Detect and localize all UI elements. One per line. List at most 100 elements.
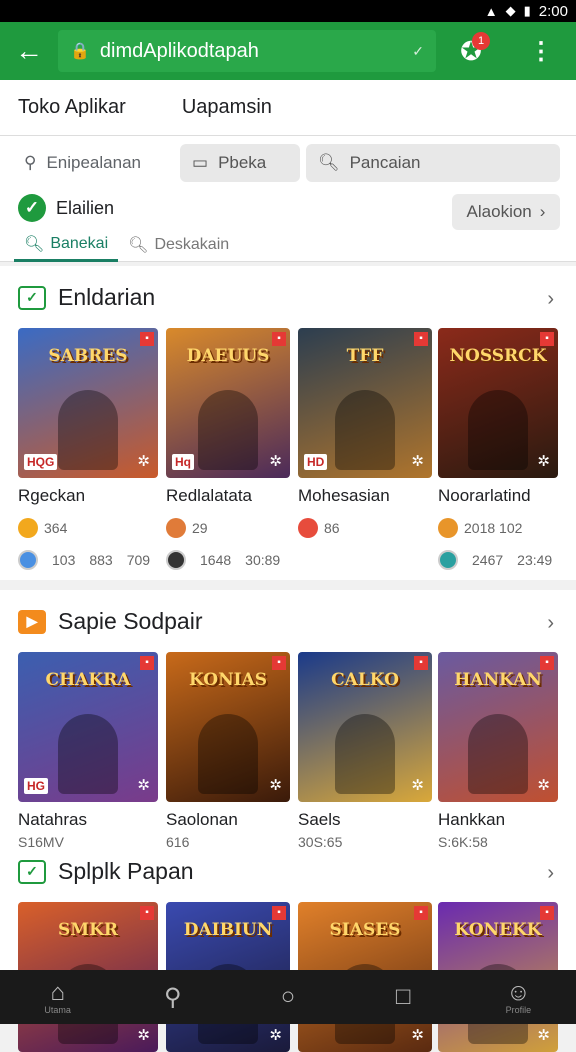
thumbnail-art-text: CALKO bbox=[331, 670, 399, 690]
gear-icon: ✲ bbox=[537, 453, 550, 470]
category-label: Pbeka bbox=[218, 153, 267, 172]
thumbnail-art-text: SMKR bbox=[58, 920, 118, 940]
game-thumbnail[interactable]: SABRES ✲ ▪ HQG bbox=[18, 328, 158, 478]
badge-icon: ▪ bbox=[140, 332, 154, 346]
character-figure bbox=[468, 390, 528, 470]
gear-icon: ✲ bbox=[411, 1027, 424, 1044]
stat-value: 1648 bbox=[200, 552, 232, 568]
game-card[interactable]: DAEUUS ✲ ▪ Hq Redlalatata 29 1648 30:89 bbox=[166, 328, 290, 570]
tab-label: Deskakain bbox=[154, 236, 230, 253]
game-stats-row: 2467 23:49 bbox=[438, 550, 558, 570]
location-filter[interactable]: ⚲ Enipealanan bbox=[24, 153, 174, 173]
home-icon[interactable]: ⌂ Utama bbox=[23, 979, 93, 1015]
game-thumbnail[interactable]: CALKO ✲ ▪ bbox=[298, 652, 432, 802]
game-title: Mohesasian bbox=[298, 486, 390, 505]
topnav-tab-store[interactable]: Toko Aplikar bbox=[18, 96, 126, 119]
section-header[interactable]: ▶ Sapie Sodpair bbox=[18, 608, 203, 635]
meta-value: 2018 102 bbox=[464, 520, 523, 536]
search-icon: 🔍︎ bbox=[318, 153, 340, 172]
game-meta-row: 2018 102 bbox=[438, 518, 558, 538]
badge-icon: ▪ bbox=[272, 332, 286, 346]
section-featured: ✓ Enldarian › SABRES ✲ ▪ HQG Rgeckan 364 103 88… bbox=[0, 266, 576, 580]
game-card[interactable]: CALKO ✲ ▪ Saels 30S:65 bbox=[298, 652, 432, 850]
game-card[interactable]: HANKAN ✲ ▪ Hankkan S:6K:58 bbox=[438, 652, 558, 850]
check-label: Elailien bbox=[56, 197, 115, 218]
tab-first[interactable]: 🔍︎ Banekai bbox=[14, 228, 119, 262]
game-thumbnail[interactable]: CHAKRA ✲ ▪ HG bbox=[18, 652, 158, 802]
game-stats-row: 103 883 709 bbox=[18, 550, 158, 570]
game-title: Noorarlatind bbox=[438, 486, 531, 505]
badge-icon: ▪ bbox=[540, 656, 554, 670]
more-menu-icon[interactable]: ⋮ bbox=[506, 37, 576, 66]
game-meta-row: 364 bbox=[18, 518, 158, 538]
check-filter[interactable]: ✓ Elailien bbox=[18, 194, 114, 222]
game-subtitle: S16MV bbox=[18, 834, 64, 850]
chevron-right-icon: › bbox=[539, 202, 546, 221]
game-stats-row: 1648 30:89 bbox=[166, 550, 290, 570]
game-thumbnail[interactable]: KONIAS ✲ ▪ bbox=[166, 652, 290, 802]
section-header[interactable]: ✓ Splplk Papan bbox=[18, 858, 194, 885]
gear-icon: ✲ bbox=[269, 453, 282, 470]
game-subtitle: 30S:65 bbox=[298, 834, 343, 850]
section-header[interactable]: ✓ Enldarian bbox=[18, 284, 155, 311]
coin-icon bbox=[298, 518, 318, 538]
meta-value: 364 bbox=[44, 520, 68, 536]
url-bar[interactable]: 🔒 dimdAplikodtapah ✓ bbox=[58, 30, 436, 72]
wifi-icon: ◆ bbox=[505, 3, 516, 18]
gear-icon: ✲ bbox=[269, 1027, 282, 1044]
tab-label: Banekai bbox=[50, 234, 109, 252]
badge-icon: ▪ bbox=[414, 656, 428, 670]
avatar bbox=[166, 550, 186, 570]
game-card[interactable]: NOSSRCK ✲ ▪ Noorarlatind 2018 102 2467 23:49 bbox=[438, 328, 558, 570]
circle-icon[interactable]: ○ bbox=[253, 983, 323, 1011]
badge-icon: ▪ bbox=[414, 906, 428, 920]
game-thumbnail[interactable]: TFF ✲ ▪ HD bbox=[298, 328, 432, 478]
game-thumbnail[interactable]: NOSSRCK ✲ ▪ bbox=[438, 328, 558, 478]
profile-icon[interactable]: ☺ Profile bbox=[483, 979, 553, 1015]
section-title: Sapie Sodpair bbox=[58, 608, 203, 634]
extensions-icon[interactable]: ✪ 1 bbox=[436, 31, 506, 67]
coin-icon bbox=[438, 518, 458, 538]
gear-icon: ✲ bbox=[411, 453, 424, 470]
stat-value: 103 bbox=[52, 552, 76, 568]
game-thumbnail[interactable]: HANKAN ✲ ▪ bbox=[438, 652, 558, 802]
square-icon[interactable]: □ bbox=[368, 983, 438, 1011]
home-label: Utama bbox=[44, 1005, 71, 1015]
gear-icon: ✲ bbox=[537, 777, 550, 794]
game-card[interactable]: CHAKRA ✲ ▪ HG Natahras S16MV bbox=[18, 652, 158, 850]
meta-value: 29 bbox=[192, 520, 208, 536]
check-icon: ✓ bbox=[18, 859, 46, 884]
search-icon: 🔍︎ bbox=[24, 235, 45, 253]
avatar bbox=[438, 550, 458, 570]
game-card[interactable]: TFF ✲ ▪ HD Mohesasian 86 bbox=[298, 328, 432, 550]
character-figure bbox=[335, 390, 395, 470]
status-time: 2:00 bbox=[538, 2, 568, 20]
coin-icon bbox=[166, 518, 186, 538]
game-meta-row: 86 bbox=[298, 518, 432, 538]
tab-second[interactable]: 🔍︎ Deskakain bbox=[118, 228, 239, 262]
quality-tag: HG bbox=[24, 778, 48, 794]
category-chip[interactable]: ▭ Pbeka bbox=[180, 144, 300, 182]
chevron-right-icon[interactable]: › bbox=[547, 612, 554, 635]
search-icon[interactable]: ⚲ bbox=[138, 983, 208, 1012]
game-thumbnail[interactable]: DAEUUS ✲ ▪ Hq bbox=[166, 328, 290, 478]
character-figure bbox=[198, 714, 258, 794]
chevron-down-icon: ✓ bbox=[412, 42, 424, 59]
chevron-right-icon[interactable]: › bbox=[547, 862, 554, 885]
thumbnail-art-text: SIASES bbox=[329, 920, 401, 940]
game-card[interactable]: KONIAS ✲ ▪ Saolonan 616 bbox=[166, 652, 290, 850]
quality-tag: Hq bbox=[172, 454, 194, 470]
search-input[interactable]: 🔍︎ Pancaian bbox=[306, 144, 560, 182]
back-arrow-icon[interactable]: ← bbox=[0, 35, 58, 67]
check-icon: ✓ bbox=[18, 194, 46, 222]
gear-icon: ✲ bbox=[411, 777, 424, 794]
topnav-tab-second[interactable]: Uapamsin bbox=[182, 96, 272, 119]
game-title: Natahras bbox=[18, 810, 87, 829]
game-card[interactable]: SABRES ✲ ▪ HQG Rgeckan 364 103 883 709 bbox=[18, 328, 158, 570]
stat-value: 23:49 bbox=[517, 552, 553, 568]
thumbnail-art-text: DAEUUS bbox=[186, 346, 270, 366]
avatar bbox=[18, 550, 38, 570]
all-button[interactable]: Alaokion › bbox=[452, 194, 560, 230]
chevron-right-icon[interactable]: › bbox=[547, 288, 554, 311]
game-subtitle: 616 bbox=[166, 834, 190, 850]
